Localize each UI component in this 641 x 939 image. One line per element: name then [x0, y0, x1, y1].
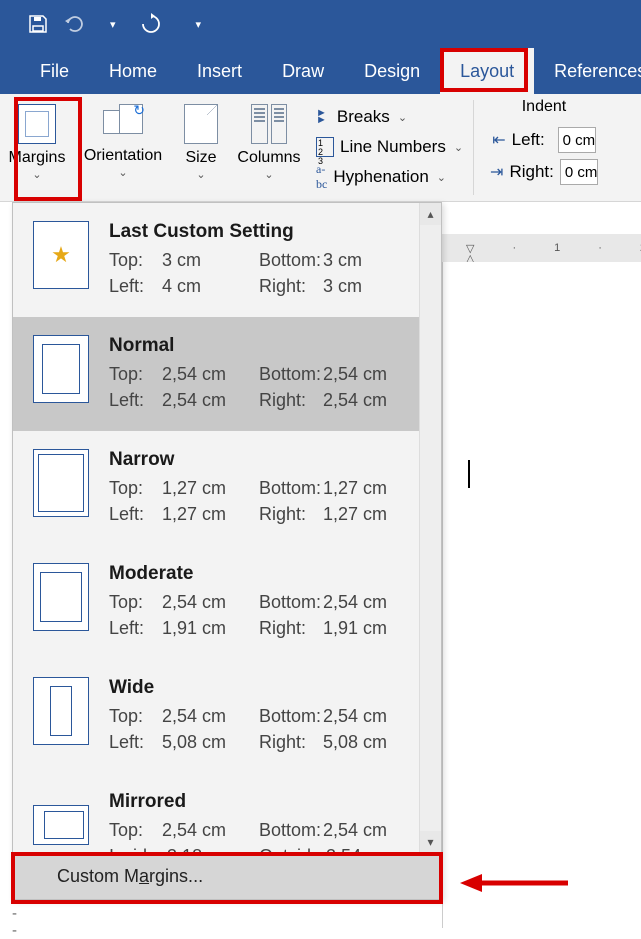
indent-right-label: Right: — [509, 162, 553, 182]
indent-title: Indent — [516, 98, 566, 116]
chevron-down-icon: ⌄ — [398, 111, 407, 124]
columns-button[interactable]: Columns ⌄ — [234, 102, 304, 181]
orientation-icon: ↻ — [103, 104, 143, 142]
tab-file[interactable]: File — [20, 48, 89, 94]
indent-left-icon: ⇤ — [492, 130, 505, 150]
scroll-up-icon[interactable]: ▴ — [420, 203, 441, 225]
preset-row-left-right: Left: 5,08 cmRight:5,08 cm — [109, 729, 429, 755]
chevron-down-icon: ⌄ — [32, 168, 41, 181]
preset-icon — [33, 563, 89, 631]
margins-preset-wide[interactable]: Wide Top: 2,54 cmBottom:2,54 cmLeft: 5,08… — [13, 659, 441, 773]
breaks-button[interactable]: ►► Breaks ⌄ — [316, 102, 407, 132]
preset-row-left-right: Left: 2,54 cmRight:2,54 cm — [109, 387, 429, 413]
preset-icon — [33, 677, 89, 745]
line-numbers-label: Line Numbers — [340, 137, 446, 157]
chevron-down-icon: ⌄ — [118, 166, 127, 179]
tab-insert[interactable]: Insert — [177, 48, 262, 94]
tab-home[interactable]: Home — [89, 48, 177, 94]
indent-left-field[interactable] — [558, 127, 596, 153]
ribbon-tabs: File Home Insert Draw Design Layout Refe… — [0, 48, 641, 94]
preset-row-left-right: Left: 1,91 cmRight:1,91 cm — [109, 615, 429, 641]
columns-icon — [251, 104, 287, 144]
undo-more-icon[interactable]: ▾ — [110, 18, 116, 31]
margins-dropdown: Last Custom SettingTop: 3 cmBottom:3 cmL… — [12, 202, 442, 900]
preset-row-top-bottom: Top: 2,54 cmBottom:2,54 cm — [109, 361, 429, 387]
text-cursor — [468, 460, 470, 488]
custom-margins-text-pre: Custom M — [57, 866, 139, 886]
custom-margins-accel: a — [139, 866, 149, 886]
margins-preset-narrow[interactable]: Narrow Top: 1,27 cmBottom:1,27 cmLeft: 1,… — [13, 431, 441, 545]
margins-preset-mirrored[interactable]: Mirrored Top: 2,54 cmBottom:2,54 cmInside… — [13, 773, 441, 853]
hyphenation-icon: a-bc — [316, 162, 327, 192]
preset-row-top-bottom: Top: 1,27 cmBottom:1,27 cm — [109, 475, 429, 501]
ruler[interactable]: ▽△ · 1 · 2 · — [442, 234, 641, 262]
preset-title: Moderate — [109, 563, 429, 585]
preset-title: Mirrored — [109, 791, 429, 813]
scroll-down-icon[interactable]: ▾ — [420, 831, 441, 853]
chevron-down-icon: ⌄ — [437, 171, 446, 184]
margins-icon — [18, 104, 56, 144]
indent-right-icon: ⇥ — [490, 162, 503, 182]
chevron-down-icon: ⌄ — [196, 168, 205, 181]
columns-label: Columns — [237, 150, 300, 166]
margins-preset-moderate[interactable]: Moderate Top: 2,54 cmBottom:2,54 cmLeft: … — [13, 545, 441, 659]
indent-group: Indent ⇤ Left: ⇥ Right: — [480, 94, 602, 201]
indent-left-label: Left: — [512, 130, 552, 150]
breaks-icon: ►► — [316, 110, 327, 124]
qat-customize-icon[interactable]: ▾ — [196, 18, 202, 31]
margins-preset-last-custom-setting[interactable]: Last Custom Setting Top: 3 cmBottom:3 cmL… — [13, 203, 441, 317]
preset-icon — [33, 805, 89, 845]
preset-row-left-right: Left: 1,27 cmRight:1,27 cm — [109, 501, 429, 527]
preset-row-top-bottom: Top: 3 cmBottom:3 cm — [109, 247, 429, 273]
document-canvas[interactable] — [442, 262, 641, 928]
margins-preset-normal[interactable]: Normal Top: 2,54 cmBottom:2,54 cmLeft: 2,… — [13, 317, 441, 431]
hyphenation-button[interactable]: a-bc Hyphenation ⌄ — [316, 162, 446, 192]
tab-draw[interactable]: Draw — [262, 48, 344, 94]
orientation-label: Orientation — [84, 148, 162, 164]
tab-layout[interactable]: Layout — [440, 48, 534, 94]
scroll-remnant: -- — [12, 905, 17, 939]
breaks-label: Breaks — [337, 107, 390, 127]
preset-row-top-bottom: Top: 2,54 cmBottom:2,54 cm — [109, 589, 429, 615]
margins-label: Margins — [9, 150, 66, 166]
indent-right-field[interactable] — [560, 159, 598, 185]
preset-row-left-right: Inside: 3,18 cmOutside:2,54 cm — [109, 843, 429, 853]
preset-title: Narrow — [109, 449, 429, 471]
size-label: Size — [185, 150, 216, 166]
preset-title: Normal — [109, 335, 429, 357]
preset-title: Wide — [109, 677, 429, 699]
preset-row-top-bottom: Top: 2,54 cmBottom:2,54 cm — [109, 817, 429, 843]
preset-icon — [33, 449, 89, 517]
redo-icon[interactable] — [140, 13, 162, 35]
preset-title: Last Custom Setting — [109, 221, 429, 243]
undo-icon[interactable] — [64, 15, 86, 33]
save-icon[interactable] — [28, 14, 48, 34]
preset-row-left-right: Left: 4 cmRight:3 cm — [109, 273, 429, 299]
preset-row-top-bottom: Top: 2,54 cmBottom:2,54 cm — [109, 703, 429, 729]
quick-access-toolbar: ▾ ▾ — [0, 0, 641, 48]
scrollbar[interactable]: ▴ ▾ — [419, 203, 441, 853]
tab-design[interactable]: Design — [344, 48, 440, 94]
ribbon-layout: Margins ⌄ ↻ Orientation ⌄ Size ⌄ Columns… — [0, 94, 641, 202]
margins-button[interactable]: Margins ⌄ — [4, 102, 70, 181]
hyphenation-label: Hyphenation — [333, 167, 428, 187]
custom-margins-button[interactable]: Custom Margins... — [13, 853, 441, 899]
preset-icon — [33, 221, 89, 289]
orientation-button[interactable]: ↻ Orientation ⌄ — [78, 102, 168, 179]
chevron-down-icon: ⌄ — [454, 141, 463, 154]
ruler-tick: 1 — [554, 242, 560, 254]
size-button[interactable]: Size ⌄ — [176, 102, 226, 181]
chevron-down-icon: ⌄ — [264, 168, 273, 181]
group-separator — [473, 100, 474, 195]
margins-preset-list: Last Custom SettingTop: 3 cmBottom:3 cmL… — [13, 203, 441, 853]
tab-references[interactable]: References — [534, 48, 641, 94]
custom-margins-text-post: rgins... — [149, 866, 203, 886]
preset-icon — [33, 335, 89, 403]
size-icon — [184, 104, 218, 144]
line-numbers-icon: 123 — [316, 137, 334, 157]
line-numbers-button[interactable]: 123 Line Numbers ⌄ — [316, 132, 463, 162]
